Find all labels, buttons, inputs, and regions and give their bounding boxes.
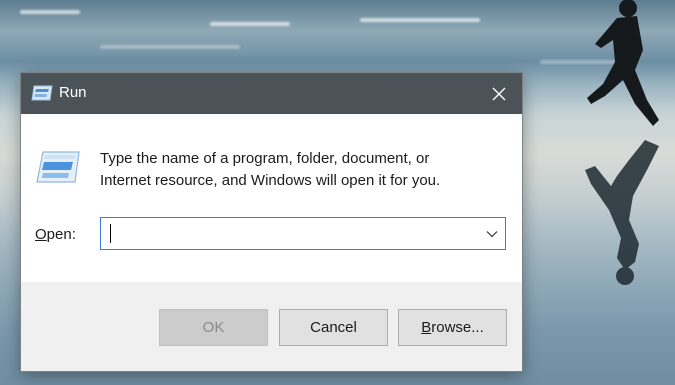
ok-button[interactable]: OK <box>159 309 268 346</box>
run-app-icon <box>36 151 80 183</box>
description-line: Internet resource, and Windows will open… <box>100 172 441 189</box>
wave-streak <box>20 10 80 14</box>
cancel-button[interactable]: Cancel <box>279 309 388 346</box>
dialog-content: Type the name of a program, folder, docu… <box>21 114 522 282</box>
open-input[interactable] <box>113 218 483 249</box>
run-dialog: Run Type the name of a program, folder, … <box>20 72 523 372</box>
wave-streak <box>100 45 240 49</box>
run-app-icon <box>31 85 53 101</box>
open-combobox[interactable] <box>100 217 506 250</box>
close-button[interactable] <box>476 73 522 114</box>
text-cursor <box>110 224 111 243</box>
close-icon <box>492 87 506 100</box>
description-line: Type the name of a program, folder, docu… <box>100 150 430 167</box>
open-label-text: pen: <box>46 226 76 243</box>
open-label-mnemonic: O <box>35 226 47 243</box>
dialog-description: Type the name of a program, folder, docu… <box>100 148 510 192</box>
browse-label: rowse... <box>431 319 484 336</box>
runner-silhouette <box>585 0 659 285</box>
chevron-down-icon[interactable] <box>485 227 499 241</box>
wave-streak <box>210 22 290 26</box>
dialog-footer: OK Cancel Browse... <box>21 282 522 371</box>
open-label: Open: <box>35 226 76 243</box>
title-bar: Run <box>21 73 522 114</box>
browse-button[interactable]: Browse... <box>398 309 507 346</box>
browse-mnemonic: B <box>421 319 432 336</box>
wave-streak <box>360 18 480 22</box>
dialog-title: Run <box>59 84 87 101</box>
